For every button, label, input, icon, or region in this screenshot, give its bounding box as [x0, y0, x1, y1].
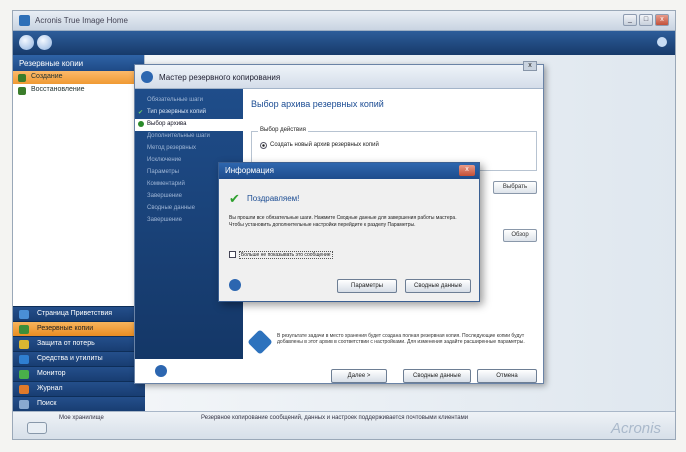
dont-show-checkbox[interactable] — [229, 251, 236, 258]
dialog-title-bar: Информация x — [219, 163, 479, 179]
new-archive-radio[interactable] — [260, 142, 267, 149]
wizard-icon — [141, 71, 153, 83]
close-button[interactable]: x — [655, 14, 669, 26]
wizard-title: Мастер резервного копирования — [159, 73, 281, 82]
nav-monitor[interactable]: Монитор — [13, 366, 145, 381]
create-icon — [18, 74, 26, 82]
cancel-button[interactable]: Отмена — [477, 369, 537, 383]
forward-arrow-icon[interactable] — [37, 35, 52, 50]
dialog-close-button[interactable]: x — [459, 165, 475, 176]
nav-protection[interactable]: Защита от потерь — [13, 336, 145, 351]
dialog-message: Вы прошли все обязательные шаги. Нажмите… — [229, 215, 457, 228]
window-controls: _ □ x — [623, 14, 669, 26]
title-bar: Acronis True Image Home _ □ x — [13, 11, 675, 31]
nav-log[interactable]: Журнал — [13, 381, 145, 396]
task-create-label: Создание — [31, 73, 63, 80]
info-icon — [247, 329, 273, 355]
help-icon[interactable] — [657, 37, 667, 47]
back-arrow-icon[interactable] — [19, 35, 34, 50]
wizard-close-button[interactable]: x — [523, 61, 537, 71]
step-header: Дополнительные шаги — [147, 133, 210, 139]
nav-label: Страница Приветствия — [37, 310, 113, 317]
task-create[interactable]: Создание — [13, 71, 144, 84]
search-icon — [19, 400, 29, 409]
summary-button[interactable]: Сводные данные — [403, 369, 471, 383]
backup-icon — [19, 325, 29, 334]
nav-label: Монитор — [37, 370, 66, 377]
wizard-help-icon[interactable] — [155, 365, 167, 377]
select-button[interactable]: Выбрать — [493, 181, 537, 194]
new-archive-label: Создать новый архив резервных копий — [270, 142, 379, 148]
home-icon — [19, 310, 29, 319]
drive-label: Мое хранилище — [59, 415, 104, 421]
shield-icon — [19, 340, 29, 349]
status-bar: Мое хранилище Резервное копирование сооб… — [13, 411, 675, 439]
step-label: Выбор архива — [147, 121, 187, 127]
check-icon: ✔ — [138, 110, 144, 116]
nav-label: Защита от потерь — [37, 340, 95, 347]
status-message: Резервное копирование сообщений, данных … — [201, 415, 469, 421]
nav-label: Средства и утилиты — [37, 355, 103, 362]
acronis-logo: Acronis — [610, 420, 661, 437]
task-restore[interactable]: Восстановление — [13, 84, 144, 97]
dialog-help-icon[interactable] — [229, 279, 241, 291]
tools-icon — [19, 355, 29, 364]
nav-label: Поиск — [37, 400, 57, 407]
info-dialog: Информация x ✔ Поздравляем! Вы прошли вс… — [218, 162, 480, 302]
panel-header: Резервные копии — [13, 55, 144, 71]
dont-show-label[interactable]: Больше не показывать это сообщение — [239, 251, 333, 259]
nav-backups[interactable]: Резервные копии — [13, 321, 145, 336]
maximize-button[interactable]: □ — [639, 14, 653, 26]
nav-welcome[interactable]: Страница Приветствия — [13, 306, 145, 321]
monitor-icon — [19, 370, 29, 379]
step-item[interactable]: ✔ Тип резервных копий — [135, 107, 243, 119]
next-button[interactable]: Далее > — [331, 369, 387, 383]
step-label: Тип резервных копий — [147, 109, 207, 115]
dialog-summary-button[interactable]: Сводные данные — [405, 279, 471, 293]
task-restore-label: Восстановление — [31, 86, 85, 93]
dialog-title: Информация — [225, 166, 274, 175]
step-item-current[interactable]: Выбор архива — [135, 119, 243, 131]
nav-label: Журнал — [37, 385, 63, 392]
app-icon — [19, 15, 30, 26]
action-group-label: Выбор действия — [258, 127, 308, 133]
drive-icon — [27, 422, 47, 434]
wizard-heading: Выбор архива резервных копий — [251, 99, 384, 109]
nav-label: Резервные копии — [37, 325, 94, 332]
step-header: Обязательные шаги — [147, 97, 203, 103]
wizard-title-bar: Мастер резервного копирования x — [135, 61, 543, 89]
browse-button[interactable]: Обзор — [503, 229, 537, 242]
current-step-icon — [138, 121, 144, 127]
checkmark-icon: ✔ — [229, 191, 240, 206]
parameters-button[interactable]: Параметры — [337, 279, 397, 293]
left-panel: Резервные копии Создание Восстановление … — [13, 55, 145, 411]
main-nav: Страница Приветствия Резервные копии Защ… — [13, 306, 145, 411]
step-item[interactable]: Метод резервных — [135, 143, 243, 155]
info-text: В результате задачи в место хранения буд… — [277, 333, 525, 345]
log-icon — [19, 385, 29, 394]
navigation-bar — [13, 31, 675, 55]
minimize-button[interactable]: _ — [623, 14, 637, 26]
nav-tools[interactable]: Средства и утилиты — [13, 351, 145, 366]
restore-icon — [18, 87, 26, 95]
nav-search[interactable]: Поиск — [13, 396, 145, 411]
window-title: Acronis True Image Home — [35, 16, 128, 25]
congrats-heading: Поздравляем! — [247, 194, 300, 203]
